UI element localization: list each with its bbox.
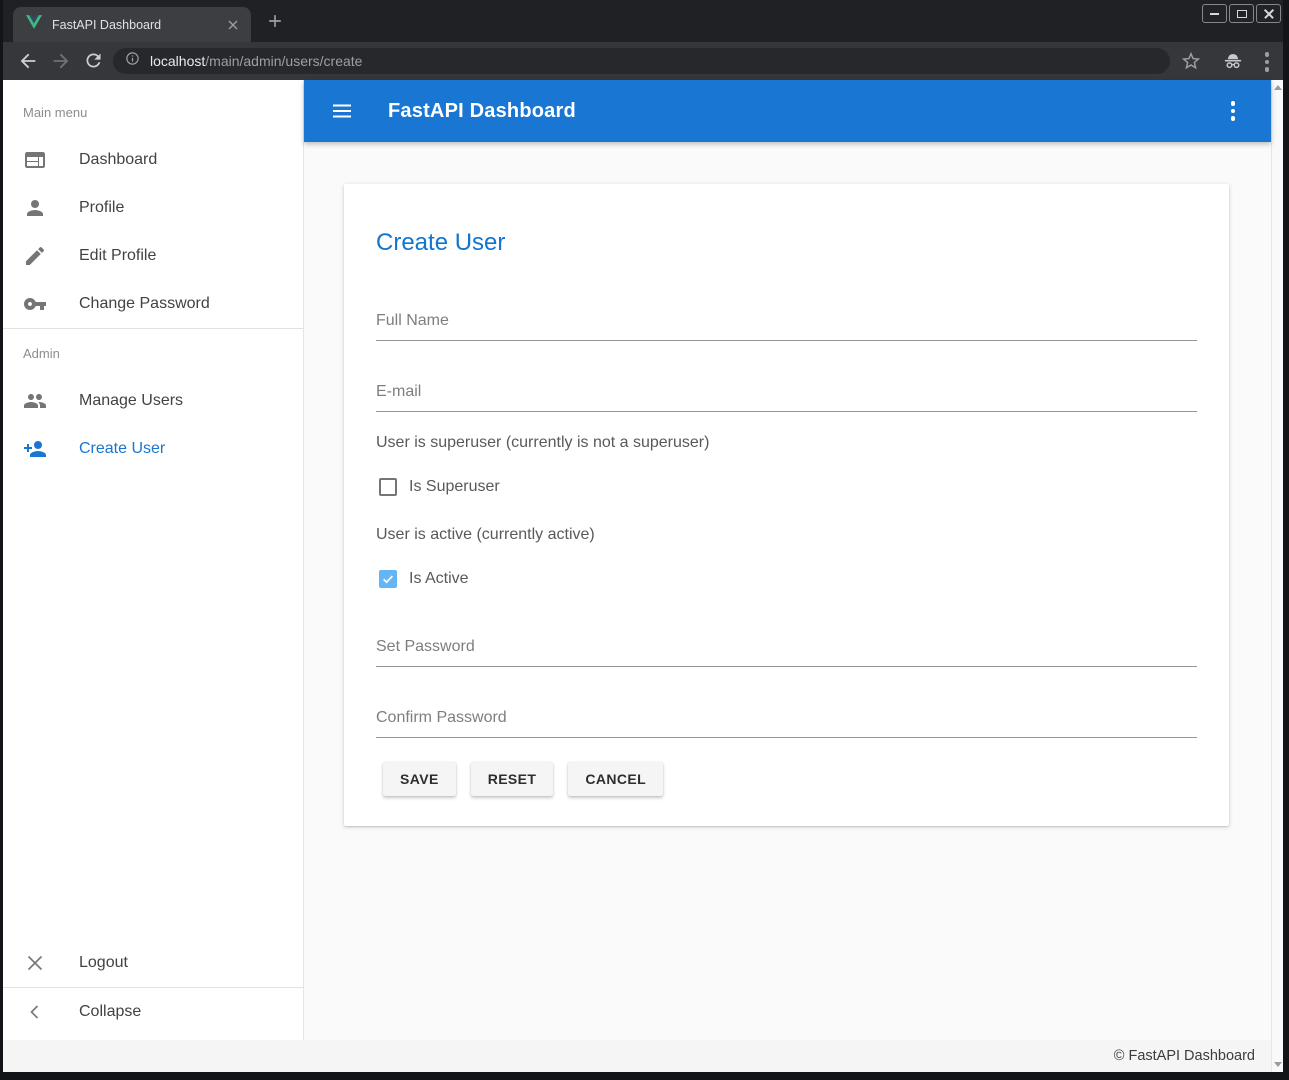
sidebar-item-manage-users[interactable]: Manage Users <box>3 377 303 425</box>
reset-button[interactable]: RESET <box>471 762 554 796</box>
sidebar-item-label: Create User <box>79 440 165 458</box>
vue-logo-icon <box>26 14 42 35</box>
new-tab-icon[interactable] <box>265 11 285 31</box>
sidebar-item-edit-profile[interactable]: Edit Profile <box>3 232 303 280</box>
tab-close-icon[interactable] <box>225 17 241 33</box>
minimize-icon[interactable] <box>1202 4 1227 23</box>
sidebar-item-profile[interactable]: Profile <box>3 184 303 232</box>
close-icon <box>23 951 47 975</box>
person-icon <box>23 196 47 220</box>
is-superuser-label: Is Superuser <box>409 478 500 496</box>
browser-menu-icon[interactable] <box>1255 50 1279 74</box>
url-path: /main/admin/users/create <box>205 53 362 69</box>
browser-toolbar: localhost/main/admin/users/create <box>3 42 1283 80</box>
pencil-icon <box>23 244 47 268</box>
is-active-checkbox[interactable] <box>379 570 397 588</box>
reload-icon[interactable] <box>83 50 105 72</box>
sidebar-item-logout[interactable]: Logout <box>3 939 303 987</box>
page-viewport: Main menu Dashboard Profile <box>3 80 1283 1072</box>
is-active-checkbox-row[interactable]: Is Active <box>376 570 1197 588</box>
url-text: localhost/main/admin/users/create <box>150 53 362 69</box>
tab-title: FastAPI Dashboard <box>52 18 225 32</box>
is-superuser-checkbox-row[interactable]: Is Superuser <box>376 478 1197 496</box>
app-bar: FastAPI Dashboard <box>304 80 1271 142</box>
email-input[interactable] <box>376 383 1197 412</box>
sidebar-item-label: Profile <box>79 199 124 217</box>
app-menu-icon[interactable] <box>1221 99 1245 123</box>
sidebar-item-create-user[interactable]: Create User <box>3 425 303 473</box>
chevron-left-icon <box>23 1000 47 1024</box>
save-button[interactable]: SAVE <box>383 762 456 796</box>
bookmark-star-icon[interactable] <box>1180 50 1202 72</box>
set-password-input[interactable] <box>376 638 1197 667</box>
sidebar-item-label: Manage Users <box>79 392 183 410</box>
sidebar-item-label: Dashboard <box>79 151 157 169</box>
cancel-button[interactable]: CANCEL <box>568 762 663 796</box>
scroll-up-icon[interactable] <box>1274 85 1282 90</box>
close-icon[interactable] <box>1256 4 1281 23</box>
set-password-field <box>376 638 1197 667</box>
confirm-password-input[interactable] <box>376 709 1197 738</box>
confirm-password-field <box>376 709 1197 738</box>
full-name-field <box>376 312 1197 341</box>
browser-tab[interactable]: FastAPI Dashboard <box>13 7 251 42</box>
sidebar-item-label: Logout <box>79 954 128 972</box>
copyright-text: © FastAPI Dashboard <box>1114 1048 1255 1064</box>
url-host: localhost <box>150 53 205 69</box>
sidebar-item-change-password[interactable]: Change Password <box>3 280 303 328</box>
page-scrollbar[interactable] <box>1271 80 1283 1072</box>
forward-icon[interactable] <box>50 50 72 72</box>
browser-window: FastAPI Dashboard localhost/m <box>0 0 1289 1080</box>
sidebar-spacer <box>3 481 303 939</box>
tab-strip: FastAPI Dashboard <box>3 0 1283 42</box>
key-icon <box>23 292 47 316</box>
page-footer: © FastAPI Dashboard <box>3 1040 1271 1072</box>
incognito-icon <box>1222 50 1244 72</box>
main-content: Create User User is superuser (currently… <box>304 142 1271 1040</box>
sidebar-item-collapse[interactable]: Collapse <box>3 988 303 1036</box>
address-bar[interactable]: localhost/main/admin/users/create <box>113 48 1170 74</box>
sidebar: Main menu Dashboard Profile <box>3 80 304 1040</box>
sidebar-item-label: Collapse <box>79 1003 141 1021</box>
info-icon[interactable] <box>125 51 140 71</box>
superuser-note: User is superuser (currently is not a su… <box>376 434 1197 452</box>
sidebar-item-dashboard[interactable]: Dashboard <box>3 136 303 184</box>
maximize-icon[interactable] <box>1229 4 1254 23</box>
window-controls <box>1202 4 1281 23</box>
create-user-card: Create User User is superuser (currently… <box>344 184 1229 826</box>
people-icon <box>23 389 47 413</box>
is-active-label: Is Active <box>409 570 469 588</box>
email-field <box>376 383 1197 412</box>
web-icon <box>23 148 47 172</box>
sidebar-header-main-menu: Main menu <box>3 88 303 136</box>
hamburger-menu-icon[interactable] <box>330 99 354 123</box>
sidebar-item-label: Change Password <box>79 295 210 313</box>
back-icon[interactable] <box>17 50 39 72</box>
person-add-icon <box>23 437 47 461</box>
sidebar-item-label: Edit Profile <box>79 247 156 265</box>
app-title: FastAPI Dashboard <box>388 100 576 123</box>
sidebar-header-admin: Admin <box>3 329 303 377</box>
scroll-down-icon[interactable] <box>1274 1062 1282 1067</box>
page-title: Create User <box>376 228 1197 257</box>
form-buttons: SAVE RESET CANCEL <box>376 762 1197 796</box>
main-area: FastAPI Dashboard Create User <box>304 80 1271 1040</box>
is-superuser-checkbox[interactable] <box>379 478 397 496</box>
active-note: User is active (currently active) <box>376 526 1197 544</box>
full-name-input[interactable] <box>376 312 1197 341</box>
